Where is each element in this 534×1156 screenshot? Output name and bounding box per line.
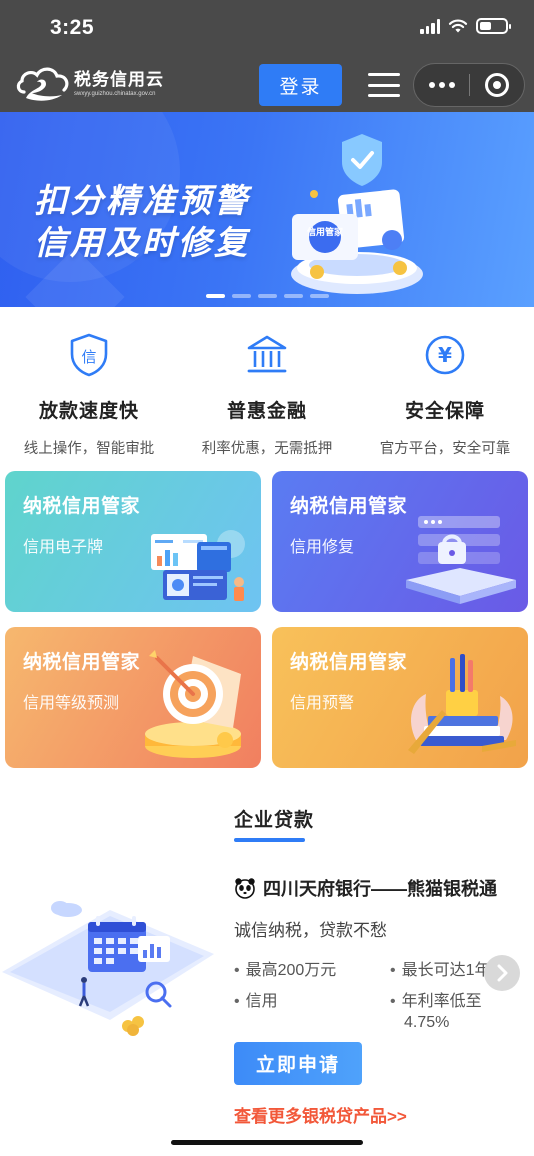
wifi-icon (448, 19, 468, 33)
feature-item: 普惠金融 利率优惠，无需抵押 (178, 320, 356, 460)
bank-icon (247, 335, 287, 373)
feature-title: 安全保障 (404, 401, 485, 422)
svg-text:¥: ¥ (438, 343, 452, 367)
feature-subtitle: 官方平台，安全可靠 (379, 441, 511, 457)
carousel-indicators (206, 294, 329, 298)
stationery-illustration (408, 654, 516, 754)
feature-subtitle: 线上操作，智能审批 (23, 441, 155, 457)
cloud-logo-icon (16, 67, 69, 101)
panda-logo-icon (235, 878, 255, 899)
yen-icon: ¥ (425, 335, 465, 375)
card-subtitle: 信用预警 (290, 695, 355, 712)
card-title: 纳税信用管家 (290, 652, 408, 673)
banner-badge-text: 信用管家 (307, 226, 344, 238)
section-title-underline (234, 838, 305, 842)
more-options-icon[interactable] (414, 82, 469, 88)
battery-icon (476, 18, 511, 34)
card-subtitle: 信用等级预测 (23, 695, 120, 712)
banner-headline-1: 扣分精准预警 (34, 182, 250, 219)
menu-icon[interactable] (368, 70, 400, 100)
card-title: 纳税信用管家 (290, 496, 408, 517)
status-icons (420, 18, 511, 34)
status-time: 3:25 (50, 16, 95, 39)
banner-carousel[interactable]: 扣分精准预警 信用及时修复 信用管家 (0, 112, 534, 307)
carousel-dot[interactable] (310, 294, 329, 298)
credit-manager-illustration: 信用管家 (291, 134, 423, 294)
dashboard-illustration (151, 530, 245, 601)
home-indicator[interactable] (171, 1140, 363, 1145)
card-subtitle: 信用电子牌 (23, 539, 104, 556)
card-subtitle: 信用修复 (290, 539, 355, 556)
card-credit-repair[interactable]: 纳税信用管家 信用修复 (272, 471, 528, 612)
carousel-dot[interactable] (258, 294, 277, 298)
bank-product-name: 四川天府银行——熊猫银税通 (263, 879, 497, 899)
close-miniprogram-icon[interactable] (470, 73, 524, 97)
miniprogram-capsule (413, 63, 525, 107)
logo-url: swxyy.guizhou.chinatax.gov.cn (74, 91, 156, 97)
loan-feature-term: 最长可达1年 (390, 956, 491, 980)
loan-isometric-illustration (2, 901, 214, 1036)
target-illustration (145, 650, 241, 758)
login-button[interactable]: 登录 (259, 64, 342, 106)
shield-credit-icon: 信 (70, 333, 108, 377)
site-logo[interactable]: 税务信用云 swxyy.guizhou.chinatax.gov.cn (16, 64, 164, 104)
section-title: 企业贷款 (234, 810, 315, 831)
loan-feature-max-amount: 最高200万元 (234, 956, 337, 980)
feature-list: 信 放款速度快 线上操作，智能审批 普惠金融 利率优惠，无需抵押 ¥ 安全保障 … (0, 320, 534, 460)
banner-headline-2: 信用及时修复 (34, 224, 250, 261)
apply-now-button[interactable]: 立即申请 (234, 1042, 362, 1085)
feature-title: 普惠金融 (226, 401, 307, 422)
card-credit-warning[interactable]: 纳税信用管家 信用预警 (272, 627, 528, 768)
card-credit-e-plate[interactable]: 纳税信用管家 信用电子牌 (5, 471, 261, 612)
logo-name: 税务信用云 (74, 70, 164, 89)
loan-feature-rate: 年利率低至 (390, 987, 482, 1011)
feature-item: ¥ 安全保障 官方平台，安全可靠 (356, 320, 534, 460)
svg-text:信: 信 (81, 348, 96, 366)
loan-slogan: 诚信纳税，贷款不愁 (234, 921, 387, 940)
feature-subtitle: 利率优惠，无需抵押 (201, 441, 333, 457)
carousel-dot[interactable] (284, 294, 303, 298)
loan-rate-value: 4.75% (404, 1014, 450, 1031)
feature-title: 放款速度快 (38, 401, 139, 422)
card-credit-level-forecast[interactable]: 纳税信用管家 信用等级预测 (5, 627, 261, 768)
feature-item: 信 放款速度快 线上操作，智能审批 (0, 320, 178, 460)
chevron-right-icon[interactable] (484, 955, 520, 991)
carousel-dot[interactable] (232, 294, 251, 298)
lock-illustration (406, 516, 516, 604)
carousel-dot[interactable] (206, 294, 225, 298)
signal-icon (420, 18, 440, 34)
card-title: 纳税信用管家 (23, 652, 141, 673)
loan-feature-credit: 信用 (234, 987, 278, 1011)
bank-product-header[interactable]: 四川天府银行——熊猫银税通 (234, 875, 497, 901)
more-loan-products-link[interactable]: 查看更多银税贷产品>> (234, 1102, 407, 1127)
top-bar: 3:25 税务信用云 swxyy.guizhou.chinatax.gov.cn… (0, 0, 534, 112)
card-title: 纳税信用管家 (23, 496, 141, 517)
